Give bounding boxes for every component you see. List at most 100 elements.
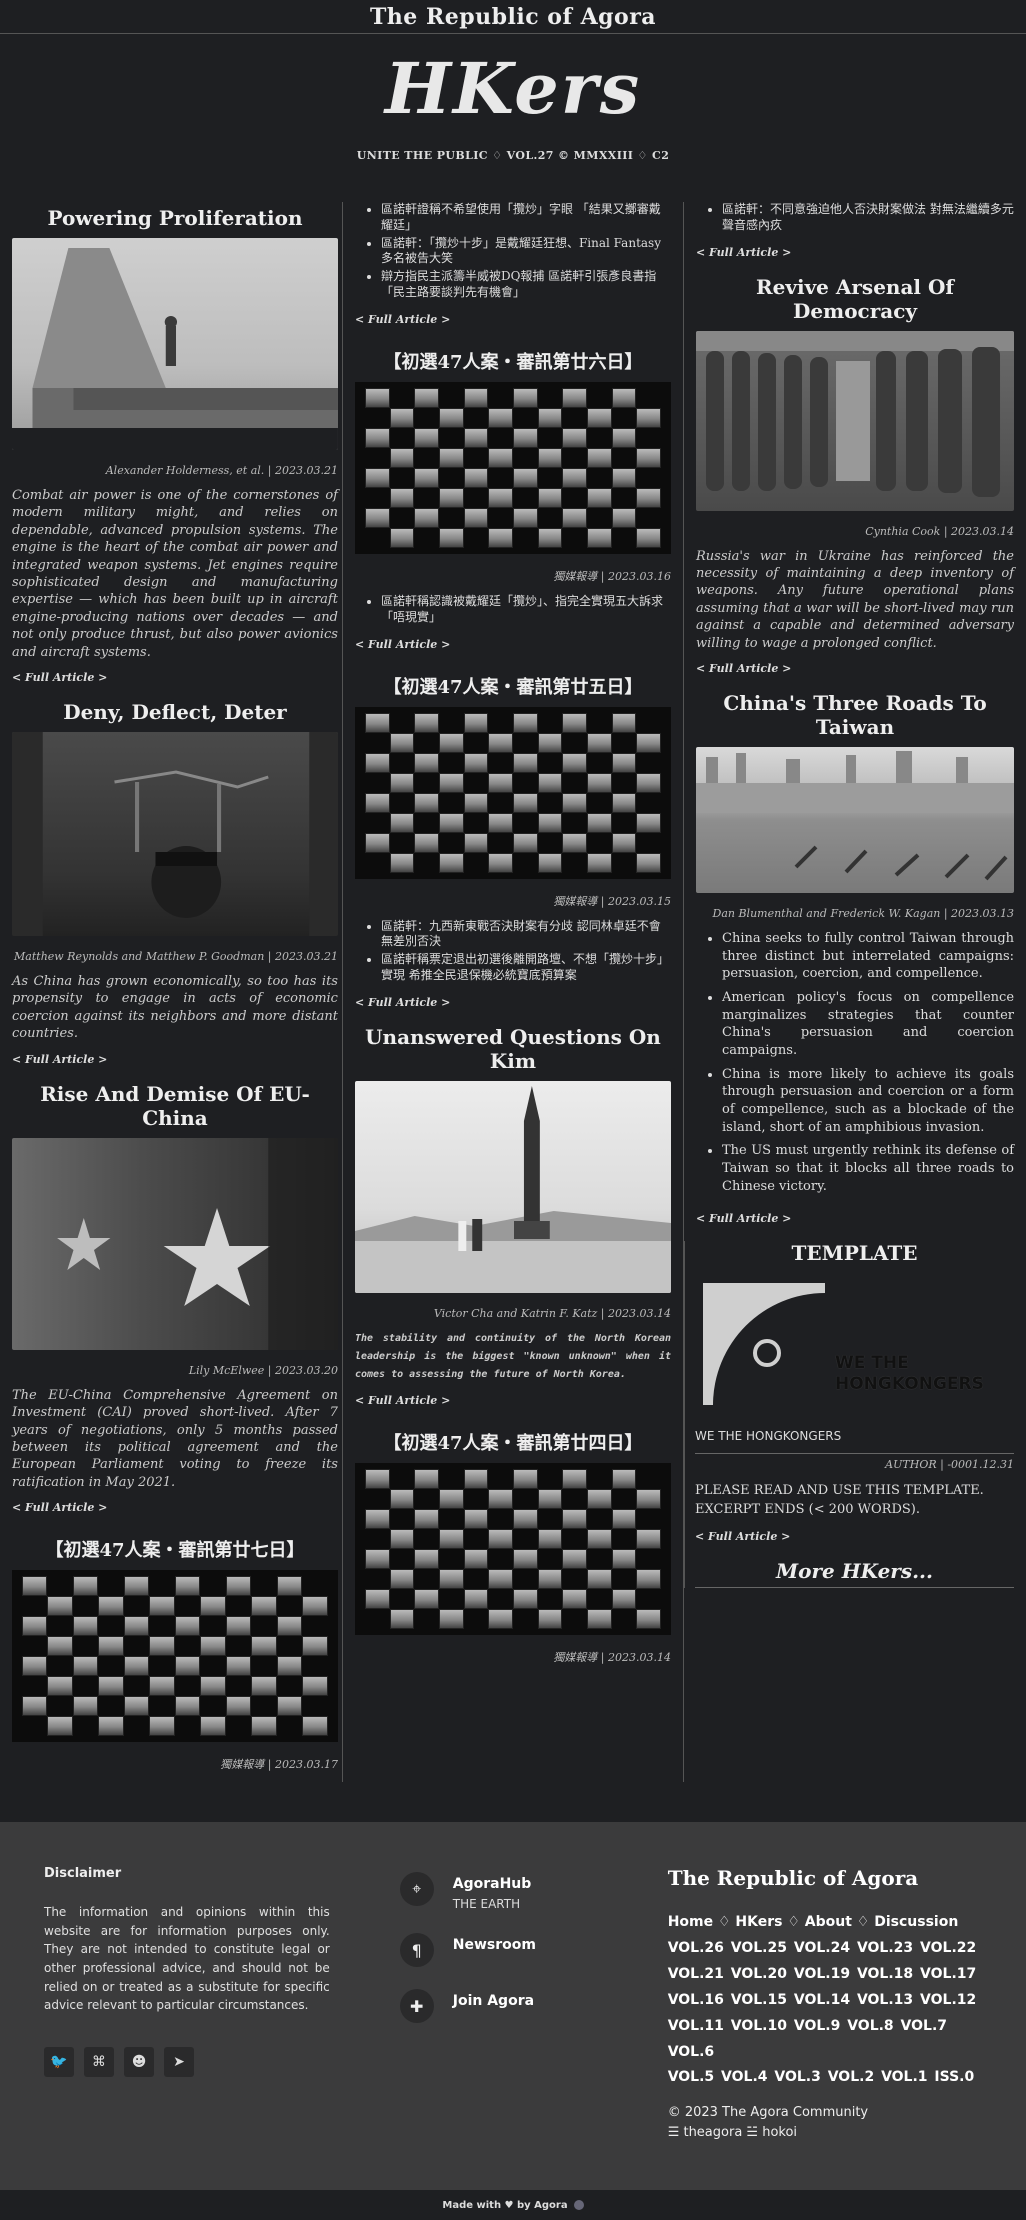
article-excerpt: Russia's war in Ukraine has reinforced t… (696, 548, 1015, 651)
article-title[interactable]: China's Three Roads To Taiwan (696, 691, 1014, 739)
portrait-tile (414, 712, 439, 733)
portrait-tile (276, 1616, 303, 1637)
portrait-tile (513, 733, 538, 753)
article-image-flag[interactable] (12, 1137, 338, 1350)
portrait-tile (302, 1616, 328, 1636)
portrait-tile (438, 852, 464, 873)
article-card: Unanswered Questions On Kim Victor Cha a… (354, 1025, 671, 1419)
site-title[interactable]: The Republic of Agora (370, 4, 656, 30)
article-byline: Alexander Holderness, et al. | 2023.03.2… (105, 464, 338, 477)
portrait-tile (124, 1676, 150, 1696)
full-article-link[interactable]: < Full Article > (696, 662, 791, 675)
bullet-item: 辯方指民主派籌半威被DQ報捕 區諾軒引張彥良書指「民主路要談判先有機會」 (381, 269, 671, 301)
volume-row[interactable]: VOL.11 VOL.10 VOL.9 VOL.8 VOL.7 VOL.6 (668, 2014, 982, 2066)
github-icon[interactable]: ⌘ (84, 2046, 114, 2077)
footer-link-agorahub[interactable]: ⌖ AgoraHub THE EARTH (399, 1872, 662, 1911)
article-title[interactable]: Unanswered Questions On Kim (355, 1025, 671, 1073)
footer-site-title[interactable]: The Republic of Agora (668, 1866, 982, 1890)
portrait-tile (562, 733, 587, 753)
volume-row[interactable]: VOL.16 VOL.15 VOL.14 VOL.13 VOL.12 (668, 1988, 982, 2014)
portrait-tile (389, 527, 415, 548)
article-title[interactable]: TEMPLATE (695, 1241, 1014, 1265)
portrait-tile (414, 528, 439, 548)
portrait-tile (587, 1549, 612, 1569)
full-article-link[interactable]: < Full Article > (12, 1053, 107, 1066)
reddit-icon[interactable]: ☻ (124, 2046, 154, 2077)
more-hkers-link[interactable]: More HKers... (695, 1559, 1015, 1588)
footer-link-join[interactable]: ✚ Join Agora (399, 1989, 662, 2024)
volume-links: VOL.26 VOL.25 VOL.24 VOL.23 VOL.22 VOL.2… (668, 1936, 982, 2091)
article-byline: AUTHOR | -0001.12.31 (695, 1452, 1015, 1471)
article-title[interactable]: Deny, Deflect, Deter (12, 700, 338, 724)
portrait-tile (175, 1716, 200, 1736)
portrait-tile (538, 1549, 563, 1569)
article-title[interactable]: Revive Arsenal Of Democracy (696, 275, 1014, 323)
full-article-link[interactable]: < Full Article > (355, 1394, 450, 1407)
defendants-photo-grid[interactable] (354, 1462, 671, 1635)
portrait-tile (463, 712, 489, 733)
article-image-port[interactable] (12, 732, 338, 937)
portrait-tile (276, 1656, 303, 1677)
credits-text[interactable]: ☰ theagora ☱ hokoi (668, 2123, 982, 2143)
volume-row[interactable]: VOL.21 VOL.20 VOL.19 VOL.18 VOL.17 (668, 1962, 982, 1988)
article-image-beach[interactable] (696, 747, 1015, 894)
full-article-link[interactable]: < Full Article > (12, 671, 107, 684)
full-article-link[interactable]: < Full Article > (12, 1501, 107, 1514)
logo-text-line: HONGKONGERS (835, 1373, 984, 1394)
portrait-tile (587, 753, 612, 773)
article-excerpt: As China has grown economically, so too … (12, 974, 338, 1042)
portrait-tile (365, 528, 390, 548)
portrait-tile (22, 1576, 48, 1597)
portrait-tile (463, 832, 489, 853)
defendants-photo-grid[interactable] (354, 381, 671, 554)
article-image-shells[interactable] (696, 330, 1015, 511)
full-article-link[interactable]: < Full Article > (696, 1212, 791, 1225)
template-logo[interactable]: WE THE HONGKONGERS (695, 1273, 1014, 1415)
defendants-photo-grid[interactable] (354, 706, 671, 879)
portrait-tile (636, 812, 661, 833)
full-article-link[interactable]: < Full Article > (695, 1530, 790, 1543)
portrait-tile (364, 832, 390, 853)
portrait-tile (538, 793, 563, 813)
brand-logo[interactable]: HKers (0, 50, 1026, 127)
portrait-tile (537, 1608, 563, 1629)
article-grid: Powering Proliferation Alexander Holdern… (0, 202, 1026, 1783)
full-article-link[interactable]: < Full Article > (355, 638, 450, 651)
full-article-link[interactable]: < Full Article > (355, 313, 450, 326)
jet-illustration (12, 248, 338, 450)
full-article-link[interactable]: < Full Article > (696, 246, 791, 259)
volume-row[interactable]: VOL.26 VOL.25 VOL.24 VOL.23 VOL.22 (668, 1936, 982, 1962)
nav-home[interactable]: Home (668, 1914, 713, 1930)
volume-row[interactable]: VOL.5 VOL.4 VOL.3 VOL.2 VOL.1 ISS.0 (668, 2065, 982, 2091)
portrait-tile (537, 447, 563, 468)
portrait-tile (612, 408, 637, 428)
article-title[interactable]: Rise And Demise Of EU-China (12, 1082, 338, 1130)
portrait-tile (537, 1488, 563, 1509)
portrait-tile (364, 507, 390, 528)
article-card: Rise And Demise Of EU-China Lily McElwee… (12, 1082, 338, 1526)
portrait-tile (488, 447, 513, 468)
article-title[interactable]: 【初選47人案・審訊第廿四日】 (355, 1429, 671, 1455)
twitter-icon[interactable]: 🐦 (44, 2046, 74, 2077)
portrait-tile (22, 1596, 47, 1616)
footer-link-newsroom[interactable]: ¶ Newsroom (399, 1933, 662, 1968)
nav-about[interactable]: About (805, 1914, 852, 1930)
article-title[interactable]: 【初選47人案・審訊第廿六日】 (355, 348, 671, 374)
portrait-tile (488, 487, 513, 508)
defendants-photo-grid[interactable] (12, 1570, 338, 1743)
portrait-tile (488, 468, 513, 488)
nav-discussion[interactable]: Discussion (874, 1914, 958, 1930)
portrait-tile (174, 1656, 201, 1677)
portrait-tile (562, 528, 587, 548)
article-title[interactable]: 【初選47人案・審訊第廿五日】 (355, 673, 671, 699)
article-title[interactable]: Powering Proliferation (12, 206, 338, 230)
article-image-jet[interactable] (12, 238, 338, 450)
article-image-missile[interactable] (354, 1080, 671, 1293)
telegram-icon[interactable]: ➤ (164, 2046, 194, 2077)
portrait-tile (612, 1489, 637, 1509)
article-title[interactable]: 【初選47人案・審訊第廿七日】 (12, 1536, 338, 1562)
full-article-link[interactable]: < Full Article > (355, 996, 450, 1009)
nav-hkers[interactable]: HKers (735, 1914, 782, 1930)
portrait-tile (98, 1636, 124, 1657)
portrait-tile (73, 1676, 99, 1696)
